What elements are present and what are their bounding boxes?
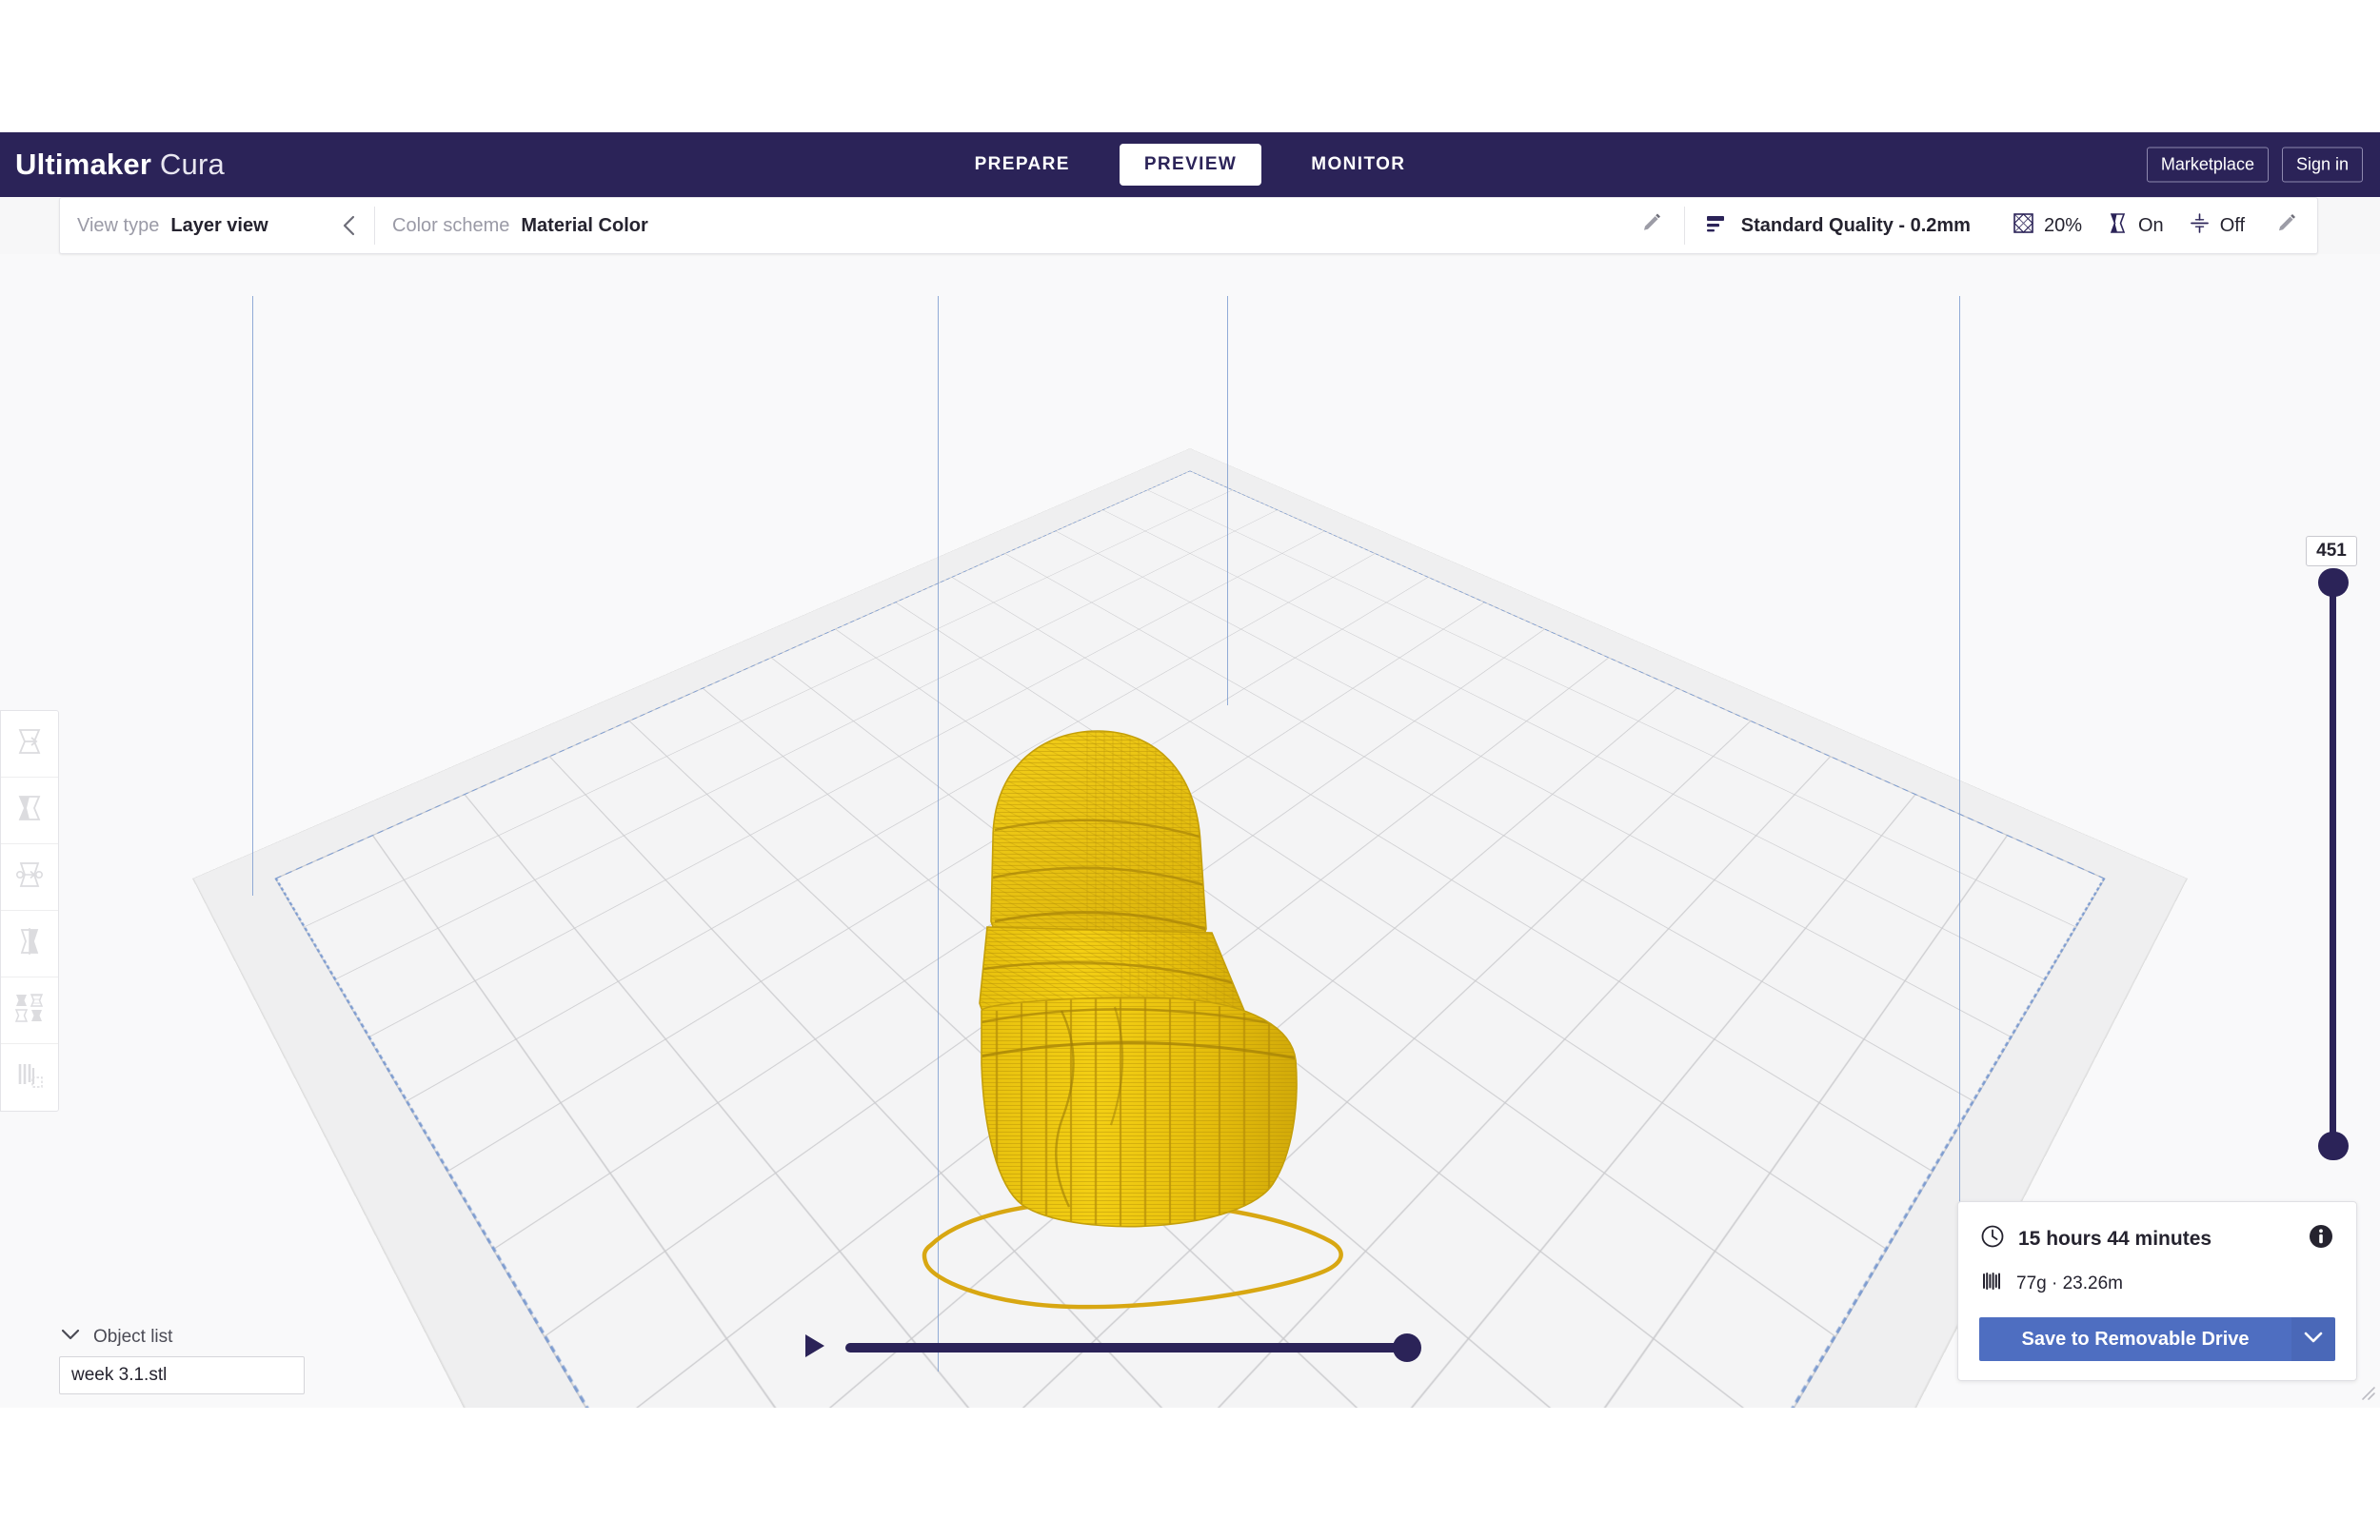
header-actions: Marketplace Sign in <box>2146 147 2363 183</box>
color-scheme-selector[interactable]: Color scheme Material Color <box>375 198 1684 253</box>
build-volume-line-right <box>1959 296 1960 1248</box>
sidebar-item-mirror-tool[interactable] <box>1 911 58 977</box>
infill-value: 20% <box>2043 214 2082 236</box>
object-list-label: Object list <box>93 1327 173 1347</box>
material-usage-value: 77g · 23.26m <box>2016 1273 2123 1293</box>
tab-monitor[interactable]: MONITOR <box>1286 144 1430 186</box>
infill-icon <box>2011 210 2036 241</box>
model-base-section <box>982 997 1297 1227</box>
info-icon[interactable] <box>2307 1222 2335 1255</box>
rotate-icon <box>13 859 46 896</box>
sliced-model[interactable] <box>938 725 1338 1301</box>
print-time-value: 15 hours 44 minutes <box>2018 1227 2212 1250</box>
path-slider-handle[interactable] <box>1393 1333 1421 1362</box>
sidebar-item-rotate-tool[interactable] <box>1 844 58 911</box>
support-icon <box>2105 210 2131 241</box>
save-to-removable-drive-button[interactable]: Save to Removable Drive <box>1979 1317 2291 1361</box>
material-usage-row: 77g · 23.26m <box>1979 1269 2335 1298</box>
support-value: On <box>2138 214 2164 236</box>
chevron-down-icon <box>59 1327 82 1348</box>
print-time-row: 15 hours 44 minutes <box>1979 1222 2335 1255</box>
mirror-icon <box>13 925 46 962</box>
object-file-name: week 3.1.stl <box>71 1365 168 1385</box>
layer-slider[interactable]: 451 <box>2306 536 2357 1170</box>
preview-toolbar: View type Layer view Color scheme Materi… <box>59 197 2318 254</box>
app-header: Ultimaker Cura PREPARE PREVIEW MONITOR M… <box>0 132 2380 197</box>
print-profile-selector[interactable]: Standard Quality - 0.2mm <box>1685 198 1988 253</box>
marketplace-button[interactable]: Marketplace <box>2146 147 2269 183</box>
print-profile-value: Standard Quality - 0.2mm <box>1740 214 1971 236</box>
resize-grip-icon[interactable] <box>2357 1382 2376 1406</box>
adhesion-icon <box>2187 210 2212 241</box>
print-settings-summary: 20% On Off <box>1988 198 2317 253</box>
save-options-dropdown-button[interactable] <box>2291 1317 2335 1361</box>
print-info-panel: 15 hours 44 minutes 77g · 23.26m Save to… <box>1957 1201 2357 1381</box>
view-type-label: View type <box>77 214 160 236</box>
layer-slider-bottom-handle[interactable] <box>2318 1132 2349 1160</box>
adhesion-setting[interactable]: Off <box>2187 210 2245 241</box>
chevron-left-icon[interactable] <box>340 213 359 238</box>
tab-prepare[interactable]: PREPARE <box>950 144 1095 186</box>
pencil-icon[interactable] <box>2275 212 2298 240</box>
object-list-header[interactable]: Object list <box>59 1327 354 1348</box>
support-setting[interactable]: On <box>2105 210 2164 241</box>
sidebar-item-per-model-settings-tool[interactable] <box>1 977 58 1044</box>
build-volume-line-left <box>252 296 253 896</box>
path-slider-track[interactable] <box>845 1333 1421 1362</box>
build-volume-line-center <box>1227 296 1228 705</box>
cura-application-window: Ultimaker Cura PREPARE PREVIEW MONITOR M… <box>0 132 2380 1408</box>
sidebar-item-scale-tool[interactable] <box>1 778 58 844</box>
scale-icon <box>13 792 46 829</box>
material-icon <box>1979 1269 2004 1298</box>
print-quality-icon <box>1702 210 1729 242</box>
save-button-row: Save to Removable Drive <box>1979 1317 2335 1361</box>
per-model-settings-icon <box>12 991 47 1030</box>
layer-slider-top-handle[interactable]: 451 <box>2306 536 2357 597</box>
color-scheme-label: Color scheme <box>392 214 510 236</box>
layer-slider-value: 451 <box>2306 536 2357 566</box>
play-icon[interactable] <box>800 1331 828 1366</box>
model-tools-sidebar <box>0 710 59 1112</box>
move-icon <box>13 725 46 762</box>
infill-setting[interactable]: 20% <box>2011 210 2082 241</box>
sign-in-button[interactable]: Sign in <box>2281 147 2363 183</box>
color-scheme-value: Material Color <box>521 214 648 236</box>
path-slider[interactable] <box>800 1327 1421 1369</box>
layer-slider-track[interactable] <box>2330 580 2336 1151</box>
tab-preview[interactable]: PREVIEW <box>1119 144 1262 186</box>
object-list-panel: Object list week 3.1.stl CE3PRO_week 3.1… <box>59 1327 354 1408</box>
chevron-down-icon <box>2303 1331 2324 1349</box>
main-tabs: PREPARE PREVIEW MONITOR <box>0 132 2380 197</box>
pencil-icon[interactable] <box>1640 212 1663 240</box>
clock-icon <box>1979 1223 2006 1254</box>
sidebar-item-support-blocker-tool[interactable] <box>1 1044 58 1111</box>
view-type-selector[interactable]: View type Layer view <box>60 198 374 253</box>
object-list-item[interactable]: week 3.1.stl <box>59 1356 305 1394</box>
adhesion-value: Off <box>2219 214 2245 236</box>
support-blocker-icon <box>13 1059 46 1096</box>
view-type-value: Layer view <box>170 214 268 236</box>
sidebar-item-move-tool[interactable] <box>1 711 58 778</box>
